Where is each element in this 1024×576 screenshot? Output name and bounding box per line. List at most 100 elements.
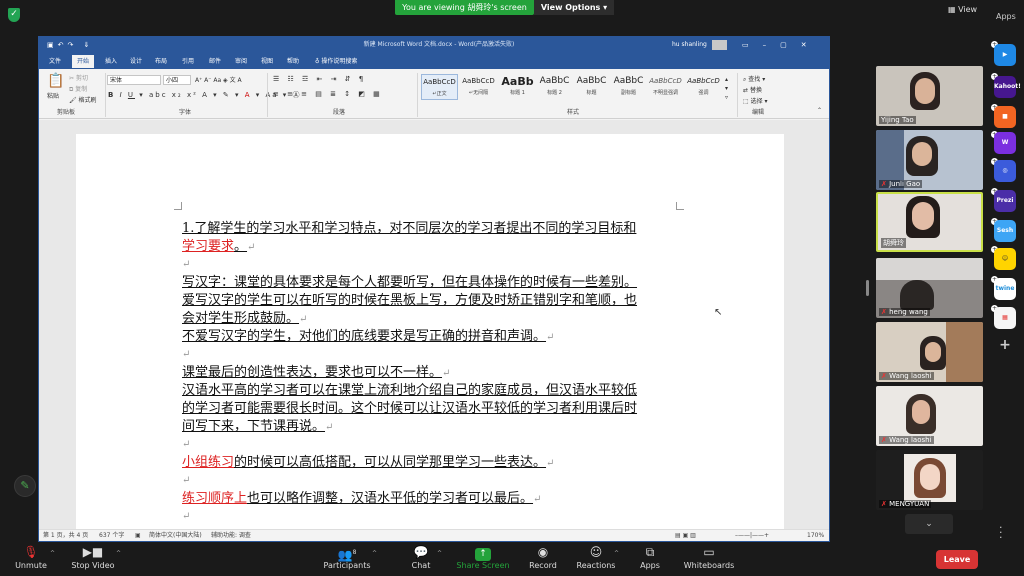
prezi-app-icon[interactable]: Prezi (994, 190, 1016, 212)
apps-button[interactable]: ⧉ Apps (636, 544, 664, 570)
page-count[interactable]: 第 1 页，共 4 页 (43, 530, 88, 541)
tab-layout[interactable]: 布局 (155, 56, 167, 65)
participant-tile[interactable]: ✗ MENGYUAN (876, 450, 983, 510)
leave-button[interactable]: Leave (936, 550, 978, 569)
chevron-up-icon[interactable]: ^ (614, 550, 619, 557)
view-button[interactable]: ▦ View (948, 5, 977, 14)
style-emphasis[interactable]: AaBbCcD 强调 (685, 74, 722, 100)
window-controls[interactable]: ▭–▢✕ (742, 37, 821, 53)
chevron-up-icon[interactable]: ^ (50, 550, 55, 557)
app-icon[interactable]: W (994, 132, 1016, 154)
style-subtle-emphasis[interactable]: AaBbCcD 不明显强调 (647, 74, 684, 100)
styles-scroll[interactable]: ▴ ▾ ▿ (725, 75, 728, 102)
copy-button[interactable]: ⧉ 复制 (69, 84, 87, 94)
app-icon[interactable]: ■ (994, 106, 1016, 128)
participants-button[interactable]: 👥8 Participants (322, 544, 372, 570)
style-label: 副标题 (620, 90, 636, 96)
paragraph-mark: ↵ (546, 458, 555, 469)
app-icon[interactable]: ☺ (994, 248, 1016, 270)
more-options-icon[interactable]: · · · (999, 522, 1005, 543)
style-heading-1[interactable]: AaBb 标题 1 (499, 74, 536, 100)
tab-view[interactable]: 视图 (261, 56, 273, 65)
tab-review[interactable]: 审阅 (235, 56, 247, 65)
paste-icon[interactable]: 📋 (47, 73, 64, 89)
tab-file[interactable]: 文件 (49, 56, 61, 65)
participant-tile[interactable]: Yijing Tao (876, 66, 983, 126)
document-page[interactable]: 1.了解学生的学习水平和学习特点，对不同层次的学习者提出不同的学习目标和 学习要… (76, 134, 784, 529)
ribbon: 📋 粘贴 ✂ 剪切 ⧉ 复制 🖌 格式刷 剪贴板 宋体 小四 A⁺ A⁻ Aa … (39, 69, 829, 119)
find-button[interactable]: ⌕ 查找 ▾ (743, 74, 765, 84)
stop-video-button[interactable]: ▶■ Stop Video (70, 544, 116, 570)
participant-tile[interactable]: ✗ Junli Gao (876, 130, 983, 190)
app-icon[interactable]: ▶ (994, 44, 1016, 66)
participant-name: Wang laoshi (889, 436, 932, 444)
paste-button[interactable]: 粘贴 (47, 91, 59, 100)
word-count[interactable]: 637 个字 (99, 530, 124, 541)
group-divider (737, 73, 738, 117)
style-title[interactable]: AaBbC 标题 (573, 74, 610, 100)
select-button[interactable]: ⬚ 选择 ▾ (743, 96, 768, 105)
annotate-pen-icon[interactable]: ✎ (14, 475, 36, 497)
editing-group-label: 编辑 (752, 109, 765, 116)
chat-button[interactable]: 💬 Chat (406, 544, 436, 570)
tab-help[interactable]: 帮助 (287, 56, 299, 65)
tab-mailings[interactable]: 邮件 (209, 56, 221, 65)
style-subtitle[interactable]: AaBbC 副标题 (610, 74, 647, 100)
zoom-slider[interactable]: –——|——+ (735, 530, 769, 541)
quick-access-toolbar[interactable]: ▣↶↷ ⇓ (47, 37, 93, 53)
whiteboards-button[interactable]: ▭ Whiteboards (682, 544, 736, 570)
security-shield-icon[interactable]: ✓ (8, 8, 20, 22)
apps-header[interactable]: Apps (996, 12, 1016, 21)
proofing-icon[interactable]: ▣ (135, 530, 141, 541)
replace-button[interactable]: ⇄ 替换 (743, 85, 762, 94)
view-options-button[interactable]: View Options ▾ (534, 0, 614, 15)
twine-app-icon[interactable]: twine (994, 278, 1016, 300)
tab-design[interactable]: 设计 (130, 56, 142, 65)
add-app-icon[interactable]: + (994, 334, 1016, 356)
align-buttons[interactable]: ≡ ≡ ≡ ▤ ≣ ↕ ◩ ▦ (273, 90, 383, 98)
muted-mic-icon: ✗ (881, 372, 887, 380)
style-heading-2[interactable]: AaBbC 标题 2 (536, 74, 573, 100)
tab-insert[interactable]: 插入 (105, 56, 117, 65)
collapse-ribbon-icon[interactable]: ⌃ (817, 107, 822, 114)
accessibility-status[interactable]: 辅助功能: 调查 (211, 530, 251, 541)
sesh-app-icon[interactable]: Sesh (994, 220, 1016, 242)
font-name-select[interactable]: 宋体 (107, 75, 161, 85)
font-grow-shrink[interactable]: A⁺ A⁻ Aa ◈ 文 A (195, 75, 242, 84)
app-icon[interactable]: ◎ (994, 160, 1016, 182)
reactions-button[interactable]: ☺ Reactions (576, 544, 616, 570)
whiteboards-label: Whiteboards (683, 561, 735, 570)
share-screen-button[interactable]: ↑ Share Screen (456, 544, 510, 570)
record-button[interactable]: ◉ Record (526, 544, 560, 570)
cut-button[interactable]: ✂ 剪切 (69, 73, 88, 82)
paragraph-mark: ↵ (442, 368, 451, 379)
style-no-spacing[interactable]: AaBbCcD ↵无间隔 (460, 74, 497, 100)
gallery-resize-handle[interactable] (866, 280, 869, 296)
list-buttons[interactable]: ☰ ☷ ☲ ⇤ ⇥ ⇵ ¶ (273, 75, 366, 83)
style-normal[interactable]: AaBbCcD ↵正文 (421, 74, 458, 100)
avatar[interactable] (712, 40, 727, 50)
chevron-up-icon[interactable]: ^ (437, 550, 442, 557)
gallery-next-page-button[interactable]: ⌄ (905, 514, 953, 534)
format-painter-button[interactable]: 🖌 格式刷 (69, 95, 97, 104)
participant-tile[interactable]: ✗ Wang laoshi (876, 322, 983, 382)
chevron-up-icon[interactable]: ^ (372, 550, 377, 557)
language[interactable]: 简体中文(中国大陆) (149, 530, 202, 541)
view-mode-buttons[interactable]: ▤ ▣ ▥ (675, 530, 696, 541)
tab-home[interactable]: 开始 (72, 55, 95, 68)
tell-me-search[interactable]: ♁ 操作说明搜索 (315, 56, 357, 65)
unmute-button[interactable]: 🎙 Unmute (12, 544, 50, 570)
app-icon[interactable]: ▦ (994, 307, 1016, 329)
kahoot-app-icon[interactable]: Kahoot! (994, 76, 1021, 98)
kahoot-label: Kahoot! (994, 83, 1021, 90)
font-size-select[interactable]: 小四 (163, 75, 191, 85)
doc-red-text: 练习顺序上 (182, 491, 248, 506)
tab-references[interactable]: 引用 (182, 56, 194, 65)
participant-tile[interactable]: ✗ heng wang (876, 258, 983, 318)
zoom-level[interactable]: 170% (807, 530, 824, 541)
participant-tile-active-speaker[interactable]: 胡舜玲 (876, 192, 983, 252)
chevron-up-icon[interactable]: ^ (116, 550, 121, 557)
tell-me-label: 操作说明搜索 (321, 58, 358, 65)
view-options-label: View Options (540, 3, 601, 12)
participant-tile[interactable]: ✗ Wang laoshi (876, 386, 983, 446)
